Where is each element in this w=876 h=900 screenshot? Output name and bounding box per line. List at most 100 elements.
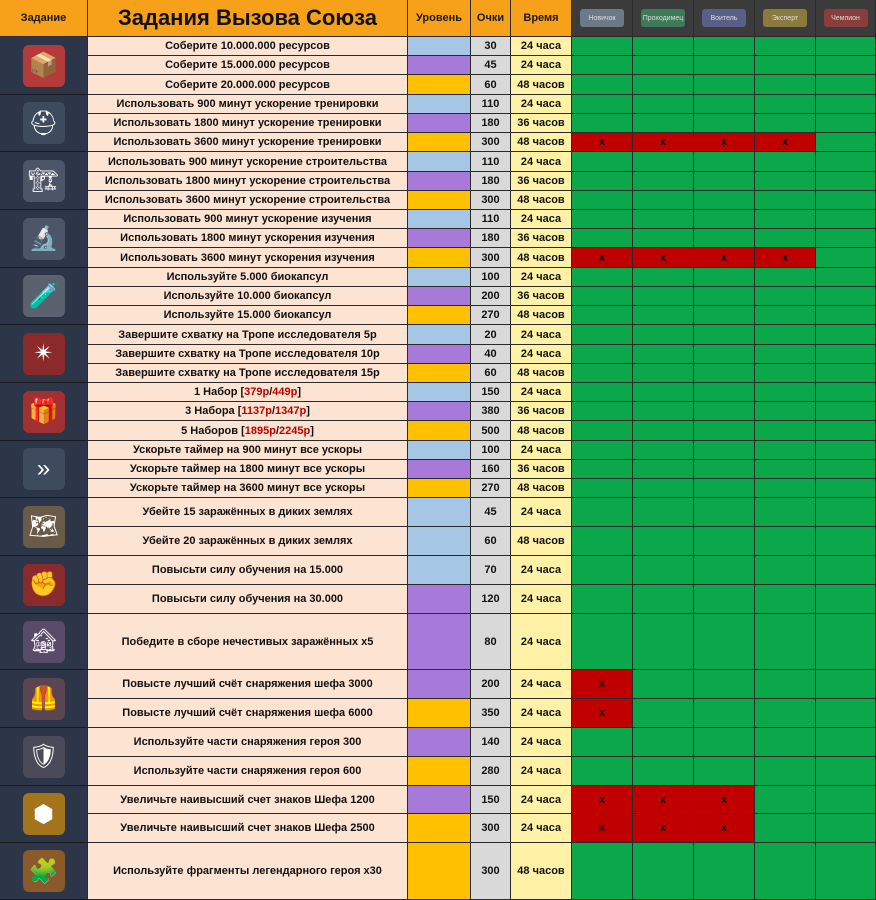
available-cell: [816, 402, 876, 421]
not-available-mark: x: [572, 133, 633, 152]
available-cell: [633, 268, 694, 287]
available-cell: [755, 699, 816, 728]
points-value: 110: [471, 152, 511, 172]
points-value: 150: [471, 786, 511, 814]
points-value: 60: [471, 75, 511, 95]
points-value: 45: [471, 56, 511, 75]
not-available-mark: x: [572, 814, 633, 843]
points-value: 60: [471, 364, 511, 383]
hero-fragment-task-icon: 🧩: [0, 843, 88, 900]
available-cell: [572, 345, 633, 364]
wasteland-map-icon: 🗺: [22, 505, 65, 548]
time-value: 24 часа: [511, 37, 572, 56]
alliance-challenge-table: Задание Задания Вызова Союза Уровень Очк…: [0, 0, 876, 900]
time-value: 48 часов: [511, 133, 572, 152]
points-value: 300: [471, 814, 511, 843]
available-cell: [755, 268, 816, 287]
available-cell: [755, 402, 816, 421]
available-cell: [816, 75, 876, 95]
level-purple: [408, 345, 471, 364]
time-value: 48 часов: [511, 306, 572, 325]
not-available-mark: x: [694, 248, 755, 268]
available-cell: [633, 585, 694, 614]
available-cell: [816, 133, 876, 152]
level-purple: [408, 402, 471, 421]
available-cell: [816, 56, 876, 75]
points-value: 270: [471, 479, 511, 498]
pack-price: 2245р: [279, 424, 311, 437]
level-purple: [408, 172, 471, 191]
available-cell: [694, 56, 755, 75]
available-cell: [572, 287, 633, 306]
available-cell: [694, 614, 755, 670]
available-cell: [572, 152, 633, 172]
available-cell: [694, 75, 755, 95]
level-purple: [408, 585, 471, 614]
time-value: 48 часов: [511, 479, 572, 498]
points-value: 140: [471, 728, 511, 757]
available-cell: [633, 210, 694, 229]
available-cell: [694, 306, 755, 325]
available-cell: [572, 325, 633, 345]
available-cell: [755, 345, 816, 364]
available-cell: [816, 210, 876, 229]
available-cell: [694, 37, 755, 56]
points-value: 20: [471, 325, 511, 345]
task-name: Использовать 1800 минут ускорение строит…: [88, 172, 408, 191]
level-purple: [408, 728, 471, 757]
available-cell: [755, 728, 816, 757]
available-cell: [816, 248, 876, 268]
points-value: 60: [471, 527, 511, 556]
rank-emblem-icon: Чемпион: [823, 9, 868, 27]
task-name: Ускорьте таймер на 3600 минут все ускоры: [88, 479, 408, 498]
available-cell: [694, 229, 755, 248]
available-cell: [572, 210, 633, 229]
points-value: 110: [471, 95, 511, 114]
infected-lair-icon: 🏚: [22, 620, 65, 663]
pack-label: ]: [306, 405, 310, 417]
resource-crate-icon: 📦: [22, 44, 65, 87]
biocapsule-task-icon: 🧪: [0, 268, 88, 325]
task-name: Увеличьте наивысший счет знаков Шефа 120…: [88, 786, 408, 814]
available-cell: [755, 95, 816, 114]
general-speedup-task-icon: »: [0, 441, 88, 498]
level-purple: [408, 56, 471, 75]
available-cell: [755, 441, 816, 460]
rank-emblem-icon: Проходимец: [641, 9, 685, 27]
time-value: 24 часа: [511, 152, 572, 172]
available-cell: [755, 814, 816, 843]
gift-box-icon: 🎁: [22, 390, 65, 433]
task-name: Используйте 15.000 биокапсул: [88, 306, 408, 325]
infected-lair-task-icon: 🏚: [0, 614, 88, 670]
available-cell: [633, 757, 694, 786]
rank-header-2: Проходимец: [633, 0, 694, 37]
level-column-header: Уровень: [408, 0, 471, 37]
construction-speedup-task-icon: 🏗: [0, 152, 88, 210]
available-cell: [633, 728, 694, 757]
available-cell: [633, 670, 694, 699]
available-cell: [572, 479, 633, 498]
available-cell: [694, 460, 755, 479]
not-available-mark: x: [633, 248, 694, 268]
rank-header-1: Новичок: [572, 0, 633, 37]
time-value: 24 часа: [511, 728, 572, 757]
available-cell: [816, 229, 876, 248]
available-cell: [572, 498, 633, 527]
points-value: 120: [471, 585, 511, 614]
available-cell: [816, 268, 876, 287]
available-cell: [755, 527, 816, 556]
level-gold: [408, 364, 471, 383]
available-cell: [755, 210, 816, 229]
task-name: Использовать 3600 минут ускорение строит…: [88, 191, 408, 210]
available-cell: [816, 152, 876, 172]
available-cell: [633, 527, 694, 556]
available-cell: [633, 229, 694, 248]
training-speedup-icon: ⛑: [22, 102, 65, 144]
available-cell: [633, 402, 694, 421]
points-value: 350: [471, 699, 511, 728]
available-cell: [633, 843, 694, 900]
time-value: 24 часа: [511, 757, 572, 786]
available-cell: [755, 191, 816, 210]
general-speedup-icon: »: [22, 448, 65, 490]
time-value: 36 часов: [511, 229, 572, 248]
